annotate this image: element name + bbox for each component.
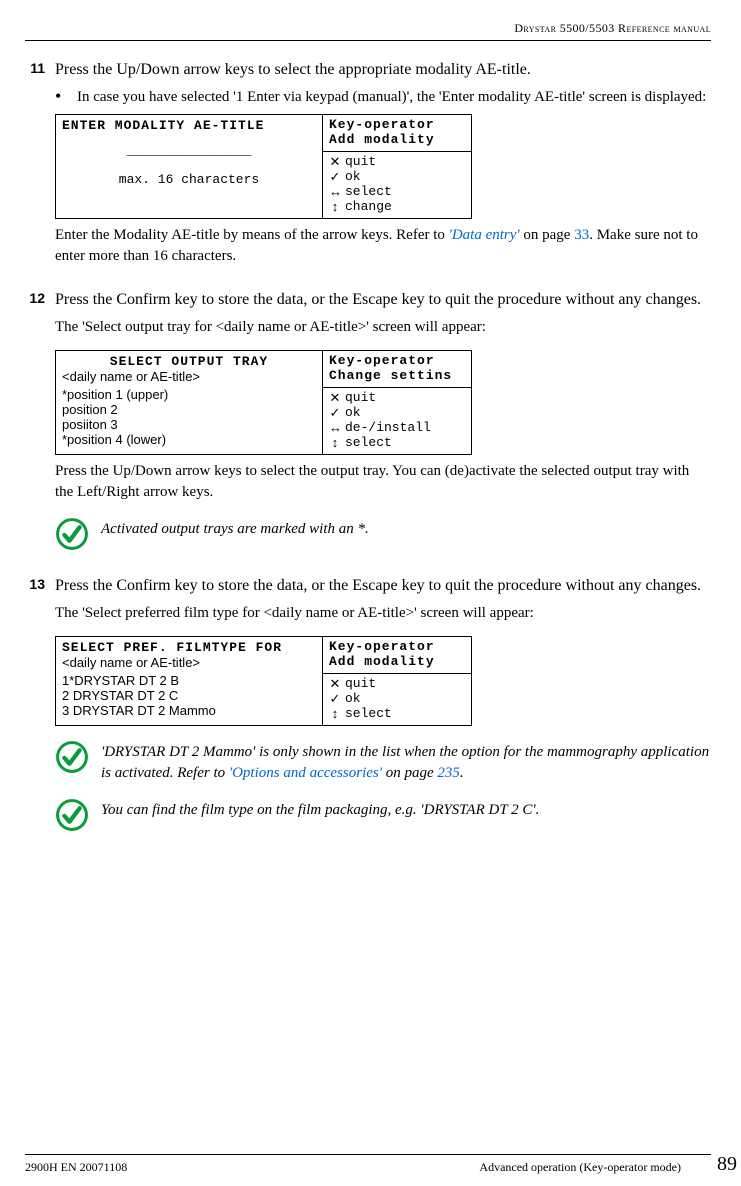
- footer-section: Advanced operation (Key-operator mode): [479, 1159, 711, 1176]
- step-number: 11: [25, 59, 45, 279]
- page-footer: 2900H EN 20071108 Advanced operation (Ke…: [25, 1154, 711, 1176]
- note-activated-trays: Activated output trays are marked with a…: [55, 517, 711, 551]
- arrows-ud-icon: ↕: [329, 707, 341, 722]
- x-icon: ✕: [329, 677, 341, 692]
- lcd-opt-quit: quit: [345, 155, 376, 170]
- lcd-mode-line2: Change settins: [329, 369, 465, 384]
- lcd-mode-line2: Add modality: [329, 133, 465, 148]
- lcd-opt-ok: ok: [345, 406, 361, 421]
- lcd-mode-line1: Key-operator: [329, 640, 465, 655]
- arrows-ud-icon: ↕: [329, 436, 341, 451]
- bullet-icon: •: [55, 87, 67, 108]
- lcd-option: *position 4 (lower): [62, 433, 316, 448]
- lcd-title: ENTER MODALITY AE-TITLE: [62, 119, 316, 134]
- lcd-screen-select-output-tray: SELECT OUTPUT TRAY <daily name or AE-tit…: [55, 350, 472, 455]
- note-mammo-option: 'DRYSTAR DT 2 Mammo' is only shown in th…: [55, 740, 711, 784]
- check-icon: ✓: [329, 406, 341, 421]
- lcd-opt-change: change: [345, 200, 392, 215]
- step-subtext: The 'Select preferred film type for <dai…: [55, 603, 711, 624]
- x-icon: ✕: [329, 155, 341, 170]
- lcd-option: 3 DRYSTAR DT 2 Mammo: [62, 704, 316, 719]
- note-film-packaging: You can find the film type on the film p…: [55, 798, 711, 832]
- lcd-opt-ok: ok: [345, 170, 361, 185]
- step-after-text: Press the Up/Down arrow keys to select t…: [55, 461, 711, 503]
- lcd-max-chars: max. 16 characters: [62, 173, 316, 188]
- step-number: 13: [25, 575, 45, 846]
- lcd-option: 2 DRYSTAR DT 2 C: [62, 689, 316, 704]
- link-options-accessories[interactable]: 'Options and accessories': [229, 765, 382, 781]
- lcd-option: *position 1 (upper): [62, 388, 316, 403]
- arrows-lr-icon: ↔: [329, 185, 341, 200]
- lcd-opt-ok: ok: [345, 692, 361, 707]
- lcd-opt-select: select: [345, 707, 392, 722]
- check-icon: ✓: [329, 170, 341, 185]
- lcd-title: SELECT OUTPUT TRAY: [62, 355, 316, 370]
- page-ref-33[interactable]: 33: [574, 227, 589, 243]
- page-number: 89: [717, 1150, 737, 1178]
- lcd-mode-line2: Add modality: [329, 655, 465, 670]
- lcd-option: posiiton 3: [62, 418, 316, 433]
- arrows-ud-icon: ↕: [329, 200, 341, 215]
- bullet-text: In case you have selected '1 Enter via k…: [77, 87, 711, 108]
- lcd-screen-enter-ae-title: ENTER MODALITY AE-TITLE ________________…: [55, 114, 472, 219]
- lcd-opt-select: select: [345, 185, 392, 200]
- step-number: 12: [25, 289, 45, 565]
- note-text: 'DRYSTAR DT 2 Mammo' is only shown in th…: [101, 740, 711, 784]
- step-title: Press the Confirm key to store the data,…: [55, 575, 711, 597]
- page-header: Drystar 5500/5503 Reference manual: [25, 20, 711, 41]
- lcd-option: 1*DRYSTAR DT 2 B: [62, 674, 316, 689]
- step-after-text: Enter the Modality AE-title by means of …: [55, 225, 711, 267]
- lcd-subtitle: <daily name or AE-title>: [62, 370, 316, 385]
- lcd-option: position 2: [62, 403, 316, 418]
- lcd-opt-select: select: [345, 436, 392, 451]
- note-text: Activated output trays are marked with a…: [101, 517, 711, 540]
- checkmark-circle-icon: [55, 517, 89, 551]
- lcd-entry-line: ________________: [62, 144, 316, 159]
- lcd-mode-line1: Key-operator: [329, 354, 465, 369]
- arrows-lr-icon: ↔: [329, 421, 341, 436]
- lcd-opt-quit: quit: [345, 391, 376, 406]
- step-title: Press the Confirm key to store the data,…: [55, 289, 711, 311]
- lcd-subtitle: <daily name or AE-title>: [62, 656, 316, 671]
- lcd-mode-line1: Key-operator: [329, 118, 465, 133]
- checkmark-circle-icon: [55, 740, 89, 774]
- note-text: You can find the film type on the film p…: [101, 798, 711, 821]
- step-title: Press the Up/Down arrow keys to select t…: [55, 59, 711, 81]
- link-data-entry[interactable]: 'Data entry': [449, 227, 520, 243]
- x-icon: ✕: [329, 391, 341, 406]
- step-subtext: The 'Select output tray for <daily name …: [55, 317, 711, 338]
- lcd-opt-deinstall: de-/install: [345, 421, 431, 436]
- lcd-opt-quit: quit: [345, 677, 376, 692]
- check-icon: ✓: [329, 692, 341, 707]
- page-ref-235[interactable]: 235: [437, 765, 460, 781]
- lcd-screen-select-filmtype: SELECT PREF. FILMTYPE FOR <daily name or…: [55, 636, 472, 726]
- checkmark-circle-icon: [55, 798, 89, 832]
- step-13: 13 Press the Confirm key to store the da…: [25, 575, 711, 846]
- lcd-title: SELECT PREF. FILMTYPE FOR: [62, 641, 316, 656]
- footer-doc-id: 2900H EN 20071108: [25, 1159, 127, 1176]
- step-11: 11 Press the Up/Down arrow keys to selec…: [25, 59, 711, 279]
- step-12: 12 Press the Confirm key to store the da…: [25, 289, 711, 565]
